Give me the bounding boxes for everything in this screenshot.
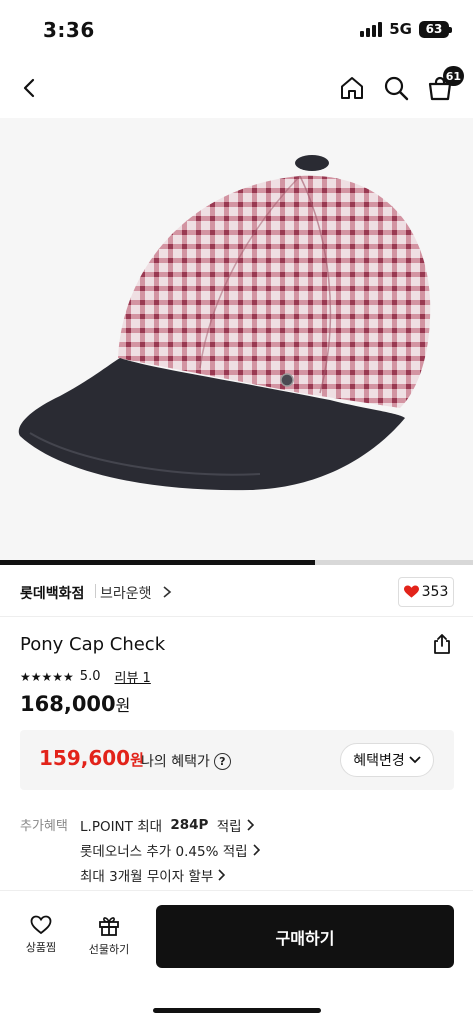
- wishlist-label: 상품찜: [25, 941, 57, 954]
- extra-benefit-text: 최대 3개월 무이자 할부: [80, 869, 214, 885]
- network-label: 5G: [389, 20, 412, 38]
- original-price-value: 168,000: [20, 692, 116, 716]
- bottom-action-bar: 상품찜 선물하기 구매하기: [0, 891, 473, 1024]
- product-image-cap: [18, 155, 431, 491]
- brand-link[interactable]: 브라운햇: [100, 583, 152, 603]
- review-link[interactable]: 리뷰 1: [114, 667, 150, 686]
- buy-button[interactable]: 구매하기: [156, 905, 454, 968]
- home-button[interactable]: [334, 70, 370, 106]
- heart-icon: [403, 585, 419, 598]
- help-icon[interactable]: ?: [213, 752, 231, 770]
- chevron-down-icon: [409, 756, 421, 764]
- extra-benefit-installment[interactable]: 최대 3개월 무이자 할부: [80, 865, 226, 885]
- heart-outline-icon: [30, 915, 52, 935]
- home-indicator: [153, 1008, 321, 1013]
- benefit-label: 나의 혜택가 ?: [141, 751, 231, 771]
- extra-benefit-lpoint[interactable]: L.POINT 최대 284P 적립: [80, 815, 254, 835]
- wishlist-button[interactable]: 상품찜: [11, 915, 71, 955]
- like-button[interactable]: 353: [398, 577, 454, 607]
- benefit-label-text: 나의 혜택가: [141, 754, 210, 770]
- product-image-gallery[interactable]: [0, 118, 473, 562]
- gift-button[interactable]: 선물하기: [79, 915, 139, 957]
- search-icon: [384, 76, 409, 101]
- home-icon: [341, 77, 363, 99]
- product-title: Pony Cap Check: [20, 634, 166, 655]
- extra-benefit-bold: 284P: [170, 817, 209, 833]
- original-price-unit: 원: [115, 696, 131, 715]
- extra-benefit-text-post: 적립: [212, 819, 242, 835]
- brand-divider: [95, 584, 96, 598]
- star-rating-icon: ★★★★★: [20, 669, 74, 684]
- benefit-price-box: 159,600원 나의 혜택가 ? 혜택변경: [20, 730, 454, 790]
- share-icon: [434, 634, 450, 654]
- chevron-right-icon: [252, 844, 260, 856]
- chevron-right-icon: [218, 869, 226, 881]
- chevron-right-icon: [163, 586, 172, 598]
- status-time: 3:36: [43, 18, 95, 42]
- extra-benefit-owners[interactable]: 롯데오너스 추가 0.45% 적립: [80, 840, 260, 860]
- store-name[interactable]: 롯데백화점: [20, 583, 84, 603]
- search-button[interactable]: [378, 70, 414, 106]
- extra-benefit-text: 롯데오너스 추가 0.45% 적립: [80, 844, 248, 860]
- battery-icon: 63: [419, 20, 452, 38]
- extra-benefit-text: L.POINT 최대: [80, 819, 167, 835]
- extra-benefits-label: 추가혜택: [20, 819, 68, 834]
- original-price: 168,000원: [20, 692, 130, 716]
- benefit-change-label: 혜택변경: [353, 753, 405, 769]
- gift-label: 선물하기: [88, 943, 130, 956]
- cart-button[interactable]: 61: [422, 66, 464, 106]
- nav-bar: 61: [0, 62, 473, 116]
- share-button[interactable]: [430, 632, 454, 656]
- chevron-right-icon: [246, 819, 254, 831]
- back-button[interactable]: [12, 70, 48, 106]
- rating-row: ★★★★★ 5.0 리뷰 1: [20, 667, 151, 686]
- battery-level: 63: [425, 22, 443, 36]
- cart-count-badge: 61: [442, 66, 464, 86]
- gift-icon: [99, 917, 119, 936]
- benefit-price: 159,600원: [39, 746, 144, 770]
- benefit-price-value: 159,600: [39, 746, 131, 770]
- status-indicators: 5G 63: [360, 20, 452, 38]
- rating-value: 5.0: [79, 669, 101, 684]
- benefit-change-button[interactable]: 혜택변경: [340, 743, 434, 777]
- gallery-progress-fill: [0, 560, 315, 565]
- signal-icon: [360, 21, 383, 37]
- status-bar: 3:36 5G 63: [0, 0, 473, 60]
- like-count: 353: [421, 584, 449, 600]
- gallery-progress-bar: [0, 560, 473, 565]
- brand-row: 롯데백화점 브라운햇 353: [0, 571, 473, 617]
- back-chevron-icon: [23, 78, 35, 98]
